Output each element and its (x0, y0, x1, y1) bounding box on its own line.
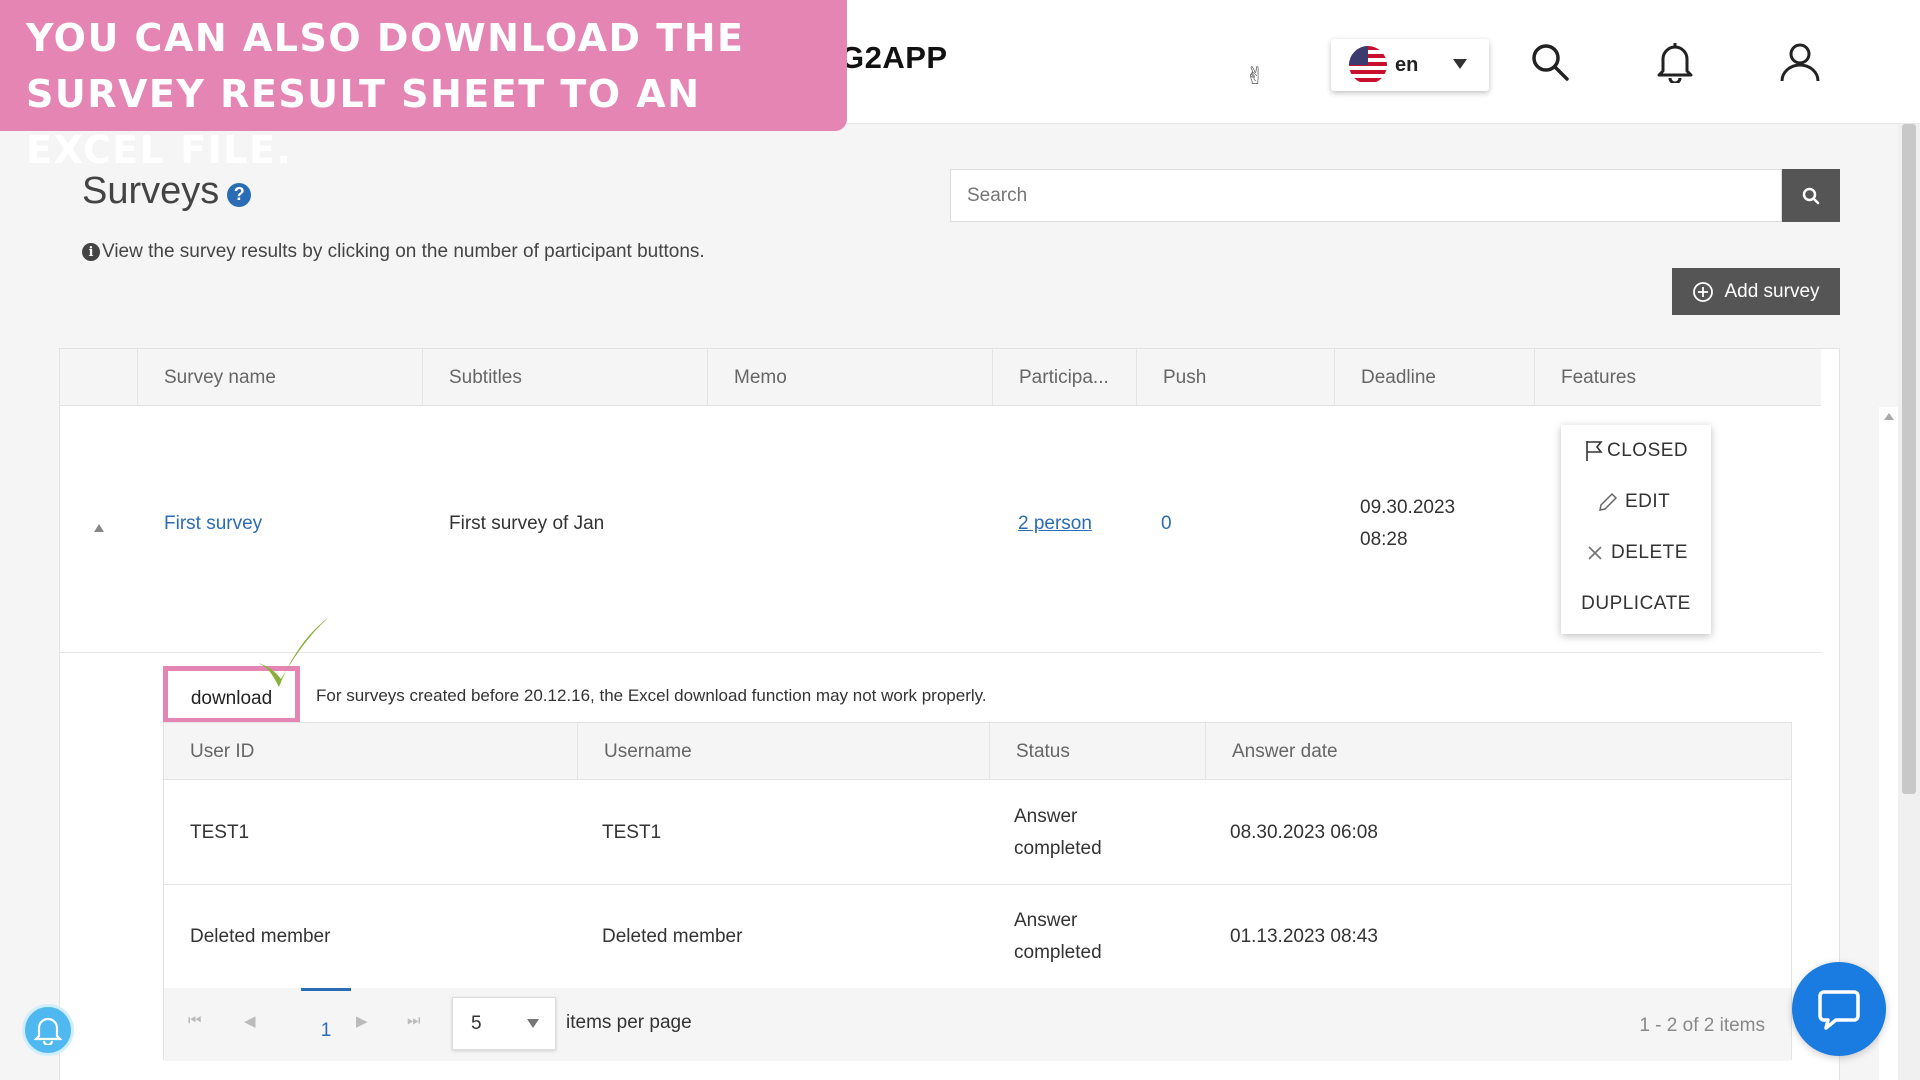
page-title-text: Surveys (82, 170, 220, 212)
page-size-value: 5 (471, 1012, 482, 1034)
results-table: User ID Username Status Answer date TEST… (163, 722, 1792, 1061)
column-header[interactable]: User ID (164, 723, 577, 780)
column-header[interactable]: Push (1136, 349, 1334, 406)
status-line1: Answer (1014, 806, 1078, 827)
participants-button[interactable]: 2 person (1018, 513, 1092, 535)
search-icon[interactable] (1528, 40, 1572, 84)
first-page-icon[interactable]: ⏮ (188, 1012, 202, 1029)
scroll-up-icon[interactable] (1884, 413, 1894, 420)
delete-button[interactable]: DELETE (1561, 527, 1711, 578)
column-header[interactable]: Memo (707, 349, 992, 406)
survey-table-header: Survey name Subtitles Memo Participa... … (60, 349, 1821, 406)
user-id: TEST1 (190, 822, 250, 843)
notification-fab[interactable] (22, 1004, 74, 1056)
table-scrollbar[interactable] (1879, 407, 1899, 1080)
table-row: TEST1 TEST1 Answer completed 08.30.2023 … (164, 781, 1791, 885)
collapse-arrow-icon[interactable] (94, 524, 104, 532)
table-row: Deleted member Deleted member Answer com… (164, 885, 1791, 989)
page-title: Surveys ? (82, 170, 252, 213)
search-button[interactable] (1782, 169, 1840, 222)
language-code: en (1395, 53, 1419, 76)
column-header[interactable]: Deadline (1334, 349, 1534, 406)
info-line: i View the survey results by clicking on… (82, 241, 705, 263)
scrollbar-thumb[interactable] (1902, 124, 1916, 794)
victory-hand-icon[interactable]: ✌ (1245, 62, 1265, 91)
column-header[interactable]: Survey name (137, 349, 422, 406)
search-input[interactable] (967, 184, 1781, 207)
download-note: For surveys created before 20.12.16, the… (316, 686, 987, 705)
status-line1: Answer (1014, 910, 1078, 931)
info-text: View the survey results by clicking on t… (102, 241, 705, 262)
tutorial-banner: You can also download the survey result … (0, 0, 847, 172)
duplicate-label: DUPLICATE (1581, 592, 1691, 614)
page-scrollbar[interactable] (1898, 124, 1920, 1080)
username: TEST1 (602, 822, 662, 843)
pencil-icon (1599, 492, 1618, 511)
x-icon (1588, 545, 1602, 560)
chat-bubble-icon (1818, 990, 1860, 1030)
edit-label: EDIT (1625, 490, 1671, 512)
last-page-icon[interactable]: ⏭ (407, 1012, 421, 1029)
user-icon[interactable] (1778, 40, 1822, 84)
chevron-down-icon (527, 1019, 539, 1028)
delete-label: DELETE (1611, 541, 1688, 563)
status-line2: completed (1014, 838, 1102, 859)
us-flag-icon (1349, 46, 1387, 84)
column-header[interactable]: Answer date (1205, 723, 1793, 780)
survey-name-link[interactable]: First survey (164, 513, 262, 535)
column-header[interactable]: Username (577, 723, 989, 780)
user-id: Deleted member (190, 926, 331, 947)
bell-icon[interactable] (1653, 40, 1697, 84)
add-survey-button[interactable]: Add survey (1672, 268, 1840, 315)
search-icon (1802, 187, 1820, 204)
next-page-icon[interactable]: ▶ (356, 1012, 368, 1030)
edit-button[interactable]: EDIT (1561, 476, 1711, 527)
column-header[interactable]: Subtitles (422, 349, 707, 406)
info-icon: i (82, 243, 100, 261)
answer-date: 01.13.2023 08:43 (1230, 926, 1378, 947)
checkmark-icon (257, 617, 329, 687)
plus-circle-icon (1693, 281, 1714, 302)
duplicate-button[interactable]: DUPLICATE (1561, 578, 1711, 629)
answer-date: 08.30.2023 06:08 (1230, 822, 1378, 843)
column-header[interactable]: Status (989, 723, 1205, 780)
bell-icon (34, 1017, 62, 1045)
chat-button[interactable] (1792, 962, 1886, 1056)
prev-page-icon[interactable]: ◀ (244, 1012, 256, 1030)
results-table-header: User ID Username Status Answer date (164, 723, 1791, 780)
page-size-label: items per page (566, 1012, 692, 1033)
deadline-date: 09.30.2023 (1360, 497, 1456, 518)
pager-info: 1 - 2 of 2 items (1639, 1015, 1765, 1036)
pager: ⏮ ◀ 1 ▶ ⏭ 5 items per page 1 - 2 of 2 it… (164, 988, 1791, 1061)
add-survey-label: Add survey (1724, 280, 1820, 302)
column-header[interactable]: Participa... (992, 349, 1136, 406)
status-line2: completed (1014, 942, 1102, 963)
closed-button[interactable]: CLOSED (1561, 425, 1711, 476)
chevron-down-icon (1453, 59, 1467, 69)
features-menu: CLOSED EDIT DELETE DUPLICATE (1561, 425, 1711, 634)
search-field[interactable] (950, 169, 1782, 222)
closed-label: CLOSED (1607, 439, 1689, 461)
help-icon[interactable]: ? (227, 182, 252, 207)
push-count[interactable]: 0 (1161, 513, 1172, 535)
survey-subtitle: First survey of Jan (449, 513, 605, 534)
column-header: Features (1534, 349, 1821, 406)
page-number[interactable]: 1 (301, 988, 351, 1061)
flag-icon (1586, 440, 1603, 461)
deadline-time: 08:28 (1360, 529, 1408, 550)
username: Deleted member (602, 926, 743, 947)
language-selector[interactable]: en (1331, 39, 1489, 91)
page-size-select[interactable]: 5 (452, 997, 556, 1050)
brand-name: G2APP (840, 40, 948, 75)
